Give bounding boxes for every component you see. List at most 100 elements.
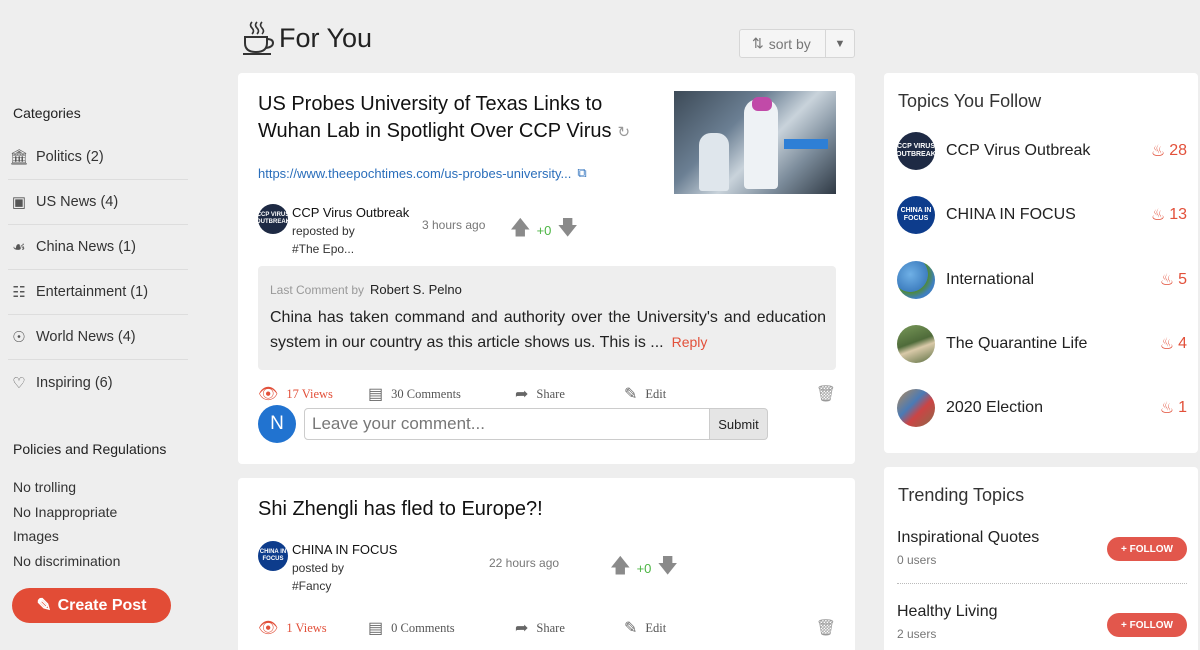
topic-avatar [897, 389, 935, 427]
follow-button[interactable]: + FOLLOW [1107, 613, 1187, 637]
post-author: CHINA IN FOCUS CHINA IN FOCUS posted by … [258, 541, 397, 595]
topic-count-value: 13 [1169, 206, 1187, 223]
topic-item[interactable]: The Quarantine Life ♨ 4 [897, 324, 1187, 364]
edit-icon: ✎ [624, 620, 638, 637]
sidebar-item-politics[interactable]: 🏛︎ Politics (2) [8, 135, 188, 180]
eye-icon: 👁︎ [258, 386, 279, 403]
policy-item: No trolling [13, 479, 77, 495]
create-post-button[interactable]: ✎ Create Post [12, 588, 171, 623]
author-avatar[interactable]: CHINA IN FOCUS [258, 541, 288, 571]
last-comment: Last Comment by Robert S. Pelno China has… [258, 266, 836, 370]
topic-count-value: 1 [1178, 399, 1187, 416]
trending-item: Inspirational Quotes 0 users + FOLLOW [897, 529, 1187, 567]
topic-count-value: 4 [1178, 335, 1187, 352]
topic-count-value: 5 [1178, 271, 1187, 288]
policies-title: Policies and Regulations [13, 441, 167, 457]
share-label: Share [536, 620, 565, 635]
submit-button[interactable]: Submit [710, 408, 768, 440]
topic-name: 2020 Election [946, 399, 1043, 416]
post-title[interactable]: Shi Zhengli has fled to Europe?! [258, 496, 543, 523]
pencil-icon: ✎ [36, 595, 52, 615]
topic-avatar [897, 325, 935, 363]
author-by[interactable]: #Fancy [292, 577, 397, 595]
author-action: reposted by [292, 224, 355, 238]
sidebar-item-label: Politics (2) [36, 149, 104, 165]
share-label: Share [536, 386, 565, 401]
share-button[interactable]: ➦ Share [515, 618, 565, 638]
edit-button[interactable]: ✎ Edit [624, 618, 666, 638]
panel-title: Trending Topics [898, 485, 1025, 505]
sidebar-item-label: Inspiring (6) [36, 374, 113, 391]
topic-item[interactable]: CHINA IN FOCUS CHINA IN FOCUS ♨ 13 [897, 195, 1187, 235]
popcorn-icon: ☷ [12, 284, 26, 301]
post-card: Shi Zhengli has fled to Europe?! CHINA I… [238, 478, 855, 650]
downvote-icon[interactable]: 🡇 [557, 213, 578, 247]
sidebar-item-label: China News (1) [36, 239, 136, 255]
thumbnail-visor [752, 97, 772, 111]
thumbnail-figure [744, 99, 778, 189]
author-name[interactable]: CCP Virus Outbreak [292, 204, 409, 222]
reply-link[interactable]: Reply [672, 334, 708, 350]
comments-count: 30 Comments [391, 386, 461, 401]
newspaper-icon: ▣ [11, 194, 27, 211]
post-time: 3 hours ago [422, 218, 486, 232]
vote-score: +0 [636, 560, 652, 576]
user-avatar[interactable]: N [258, 405, 296, 443]
fire-icon: ♨ [1150, 143, 1166, 160]
edit-label: Edit [645, 620, 667, 635]
upvote-icon[interactable]: 🡅 [510, 213, 531, 247]
sidebar-item-china-news[interactable]: ☙ China News (1) [8, 225, 188, 270]
fire-icon: ♨ [1150, 207, 1166, 224]
caret-down-icon[interactable]: ▼ [826, 38, 854, 50]
create-post-label: Create Post [57, 596, 147, 614]
sort-dropdown[interactable]: ⇅ sort by ▼ [739, 29, 855, 58]
last-comment-author[interactable]: Robert S. Pelno [370, 282, 462, 297]
comments-button[interactable]: ▤ 0 Comments [368, 618, 455, 638]
topic-item[interactable]: International ♨ 5 [897, 260, 1187, 300]
follow-button[interactable]: + FOLLOW [1107, 537, 1187, 561]
author-name[interactable]: CHINA IN FOCUS [292, 541, 397, 559]
topic-item[interactable]: CCP VIRUS OUTBREAK CCP Virus Outbreak ♨ 2… [897, 131, 1187, 171]
comments-button[interactable]: ▤ 30 Comments [368, 384, 461, 404]
last-comment-meta: Last Comment by Robert S. Pelno [270, 282, 462, 297]
post-author: CCP VIRUS OUTBREAK CCP Virus Outbreak re… [256, 204, 409, 258]
sidebar-item-entertainment[interactable]: ☷ Entertainment (1) [8, 270, 188, 315]
upvote-icon[interactable]: 🡅 [610, 551, 631, 585]
trash-icon[interactable]: 🗑︎ [816, 618, 836, 638]
chinese-map-icon: ☙ [12, 239, 26, 256]
fire-icon: ♨ [1159, 272, 1175, 289]
divider [897, 583, 1187, 584]
author-avatar[interactable]: CCP VIRUS OUTBREAK [256, 204, 290, 234]
post-thumbnail[interactable] [674, 91, 836, 194]
comments-count: 0 Comments [391, 620, 455, 635]
topic-name: The Quarantine Life [946, 335, 1088, 352]
eye-icon: 👁︎ [258, 620, 279, 637]
share-button[interactable]: ➦ Share [515, 384, 565, 404]
comment-form: N Submit [258, 405, 768, 443]
views-stat: 👁︎ 17 Views [258, 384, 333, 404]
policy-item: Images [13, 528, 59, 544]
coffee-cup-icon [243, 21, 275, 55]
sidebar-item-world-news[interactable]: ☉ World News (4) [8, 315, 188, 360]
trending-item: Healthy Living 2 users + FOLLOW [897, 603, 1187, 641]
downvote-icon[interactable]: 🡇 [657, 551, 678, 585]
repost-icon: ↻ [617, 124, 631, 141]
author-by[interactable]: #The Epo... [292, 240, 409, 258]
sort-icon: ⇅ [752, 35, 764, 51]
policy-item: No Inappropriate [13, 503, 118, 520]
vote-widget: 🡅 +0 🡇 [510, 213, 578, 247]
topic-avatar: CCP VIRUS OUTBREAK [897, 132, 935, 170]
topic-count: ♨ 13 [1151, 205, 1187, 225]
sidebar-item-inspiring[interactable]: ♡ Inspiring (6) [8, 360, 188, 405]
comment-input[interactable] [304, 408, 710, 440]
panel-title: Topics You Follow [898, 91, 1042, 111]
sidebar-item-us-news[interactable]: ▣ US News (4) [8, 180, 188, 225]
edit-button[interactable]: ✎ Edit [624, 384, 666, 404]
author-action: posted by [292, 561, 345, 575]
post-title[interactable]: US Probes University of Texas Links to W… [258, 91, 630, 146]
trash-icon[interactable]: 🗑︎ [816, 384, 836, 404]
page-title: For You [279, 22, 373, 53]
edit-label: Edit [645, 386, 667, 401]
post-link[interactable]: https://www.theepochtimes.com/us-probes-… [258, 165, 587, 181]
topic-item[interactable]: 2020 Election ♨ 1 [897, 388, 1187, 428]
